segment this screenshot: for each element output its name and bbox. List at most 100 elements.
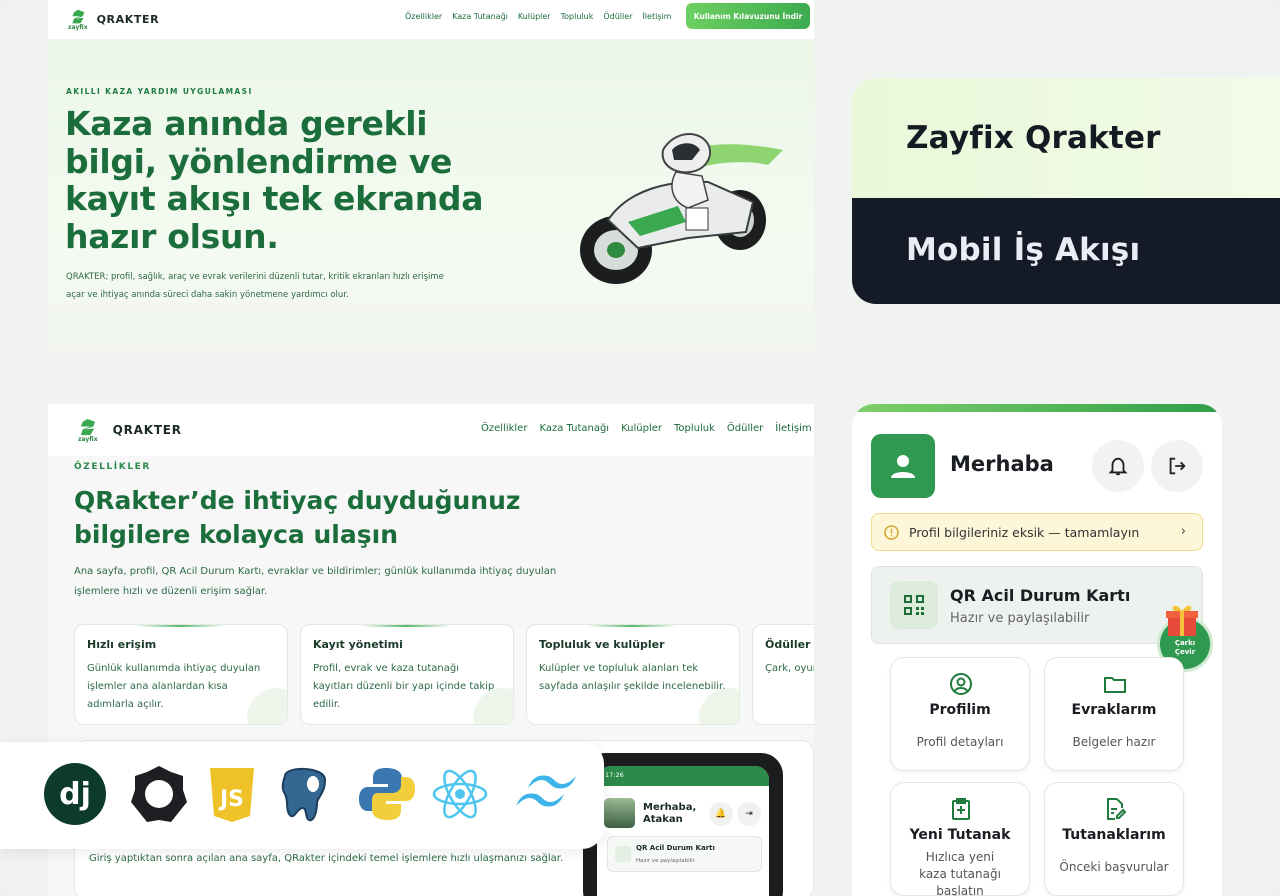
logout-button[interactable] — [1151, 440, 1203, 492]
hero-title: Kaza anında gerekli bilgi, yönlendirme v… — [65, 104, 484, 256]
qr-code-icon — [890, 581, 938, 629]
tailwind-icon — [516, 775, 576, 807]
feature-card-community[interactable]: Topluluk ve kulüpler Kulüpler ve toplulu… — [526, 624, 740, 725]
phone-qr-title: QR Acil Durum Kartı — [636, 844, 715, 852]
qr-code-icon — [615, 846, 631, 862]
nav-accident-report[interactable]: Kaza Tutanağı — [452, 12, 508, 21]
nav-rewards[interactable]: Ödüller — [727, 423, 763, 434]
project-title-card: Zayfix Qrakter — [852, 78, 1280, 199]
tile-title: Evraklarım — [1071, 702, 1157, 718]
nav-clubs[interactable]: Kulüpler — [621, 423, 662, 434]
logout-icon[interactable]: ⇥ — [737, 802, 761, 826]
brand-name: QRAKTER — [96, 13, 160, 26]
tile-my-documents[interactable]: Evraklarım Belgeler hazır — [1044, 657, 1184, 771]
download-guide-button[interactable]: Kullanım Kılavuzunu İndir — [686, 3, 810, 29]
notifications-button[interactable] — [1092, 440, 1144, 492]
nav-clubs[interactable]: Kulüpler — [518, 12, 551, 21]
canvas: zayfix QRAKTER Özellikler Kaza Tutanağı … — [0, 0, 1280, 896]
hero-description: QRAKTER; profil, sağlık, araç ve evrak v… — [66, 272, 444, 300]
feature-card-text: Profil, evrak ve kaza tutanağı kayıtları… — [313, 663, 495, 710]
avatar[interactable] — [871, 434, 935, 498]
motorcycle-rider-illustration — [580, 132, 783, 284]
django-icon: dj — [44, 763, 106, 825]
hero-nav: Özellikler Kaza Tutanağı Kulüpler Toplul… — [405, 12, 671, 21]
feature-card-title: Hızlı erişim — [87, 638, 157, 651]
chevron-right-icon: › — [1180, 524, 1186, 539]
workflow-title: Mobil İş Akışı — [906, 232, 1141, 268]
nav-features[interactable]: Özellikler — [405, 12, 442, 21]
app-accent-bar — [852, 404, 1222, 412]
greeting: Merhaba — [950, 452, 1054, 476]
react-icon — [432, 769, 488, 819]
phone-screen: 17:26 Merhaba, Atakan 🔔 ⇥ QR Acil Durum … — [597, 766, 769, 896]
bell-icon[interactable]: 🔔 — [709, 802, 733, 826]
spin-wheel-label-1: Çarkı — [1174, 639, 1196, 647]
tile-subtitle: Belgeler hazır — [1072, 735, 1156, 749]
phone-greeting: Merhaba, Atakan — [643, 802, 697, 825]
hero-eyebrow: AKILLI KAZA YARDIM UYGULAMASI — [66, 87, 253, 96]
user-circle-icon — [950, 673, 972, 695]
nav-community[interactable]: Topluluk — [561, 12, 594, 21]
tile-my-profile[interactable]: Profilim Profil detayları — [890, 657, 1030, 771]
qr-emergency-card[interactable]: QR Acil Durum Kartı Hazır ve paylaşılabi… — [871, 566, 1203, 644]
nav-accident-report[interactable]: Kaza Tutanağı — [539, 423, 609, 434]
tile-title: Profilim — [929, 702, 991, 718]
shield-logo-icon — [81, 418, 96, 435]
document-edit-icon — [1107, 798, 1127, 820]
bell-icon — [1108, 457, 1128, 476]
phone-mockup: 17:26 Merhaba, Atakan 🔔 ⇥ QR Acil Durum … — [583, 753, 783, 896]
folder-icon — [1104, 677, 1126, 693]
spin-wheel-label-2: Çevir — [1174, 648, 1196, 656]
nav-rewards[interactable]: Ödüller — [603, 12, 632, 21]
features-navbar: zayfix QRAKTER Özellikler Kaza Tutanağı … — [48, 404, 814, 456]
incomplete-profile-text: Profil bilgileriniz eksik — tamamlayın — [909, 525, 1140, 540]
gear-icon — [131, 766, 187, 822]
nav-features[interactable]: Özellikler — [481, 423, 527, 434]
feature-card-quick-access[interactable]: Hızlı erişim Günlük kullanımda ihtiyaç d… — [74, 624, 288, 725]
features-nav: Özellikler Kaza Tutanağı Kulüpler Toplul… — [481, 423, 812, 434]
tile-my-reports[interactable]: Tutanaklarım Önceki başvurular — [1044, 782, 1184, 896]
tile-title: Tutanaklarım — [1062, 827, 1166, 843]
project-title: Zayfix Qrakter — [906, 120, 1161, 156]
hero-screenshot: zayfix QRAKTER Özellikler Kaza Tutanağı … — [48, 0, 814, 350]
alert-circle-icon — [884, 525, 899, 540]
feature-card-text: Kulüpler ve topluluk alanları tek sayfad… — [539, 663, 726, 692]
nav-community[interactable]: Topluluk — [674, 423, 715, 434]
feature-card-records[interactable]: Kayıt yönetimi Profil, evrak ve kaza tut… — [300, 624, 514, 725]
nav-contact[interactable]: İletişim — [775, 423, 811, 434]
logo-subtitle: zayfix — [68, 23, 88, 31]
logo[interactable]: zayfix — [78, 418, 98, 443]
incomplete-profile-banner[interactable]: Profil bilgileriniz eksik — tamamlayın › — [871, 513, 1203, 551]
tile-new-report[interactable]: Yeni Tutanak Hızlıca yeni kaza tutanağı … — [890, 782, 1030, 896]
feature-card-rewards[interactable]: Ödüller ve Çark, oyun kampanya görüntüle — [752, 624, 814, 725]
app-home-screen: Merhaba Profil bilgileriniz eksik — tama… — [852, 404, 1222, 896]
tile-title: Yeni Tutanak — [909, 827, 1011, 843]
nav-contact[interactable]: İletişim — [642, 12, 671, 21]
phone-qr-card[interactable]: QR Acil Durum Kartı Hazır ve paylaşılabi… — [607, 836, 762, 872]
javascript-icon: JS — [210, 768, 254, 822]
clipboard-plus-icon — [952, 798, 970, 820]
gift-icon — [1166, 605, 1198, 636]
svg-text:dj: dj — [59, 777, 91, 812]
features-title: QRakter’de ihtiyaç duyduğunuz bilgilere … — [74, 486, 521, 549]
tile-subtitle: Hızlıca yeni kaza tutanağı başlatın — [919, 850, 1001, 896]
feature-card-title: Topluluk ve kulüpler — [539, 638, 665, 651]
workflow-title-card: Mobil İş Akışı — [852, 198, 1280, 304]
features-eyebrow: ÖZELLİKLER — [74, 462, 151, 472]
phone-status-bar: 17:26 — [597, 766, 769, 786]
logout-icon — [1169, 457, 1186, 475]
python-icon — [359, 768, 415, 820]
avatar — [604, 798, 635, 828]
hero-navbar: zayfix QRAKTER Özellikler Kaza Tutanağı … — [48, 0, 814, 39]
postgresql-icon — [281, 768, 327, 822]
svg-text:JS: JS — [218, 787, 244, 812]
features-description: Ana sayfa, profil, QR Acil Durum Kartı, … — [74, 566, 557, 597]
tech-stack-strip: dj JS — [0, 742, 604, 849]
phone-qr-subtitle: Hazır ve paylaşılabilir — [636, 858, 695, 864]
logo[interactable]: zayfix — [68, 9, 88, 31]
shield-logo-icon — [72, 9, 85, 23]
home-section-text: Giriş yaptıktan sonra açılan ana sayfa, … — [89, 853, 564, 864]
feature-card-title: Ödüller ve — [765, 638, 814, 651]
feature-card-text: Günlük kullanımda ihtiyaç duyulan işleml… — [87, 663, 261, 710]
tile-subtitle: Önceki başvurular — [1059, 860, 1169, 874]
